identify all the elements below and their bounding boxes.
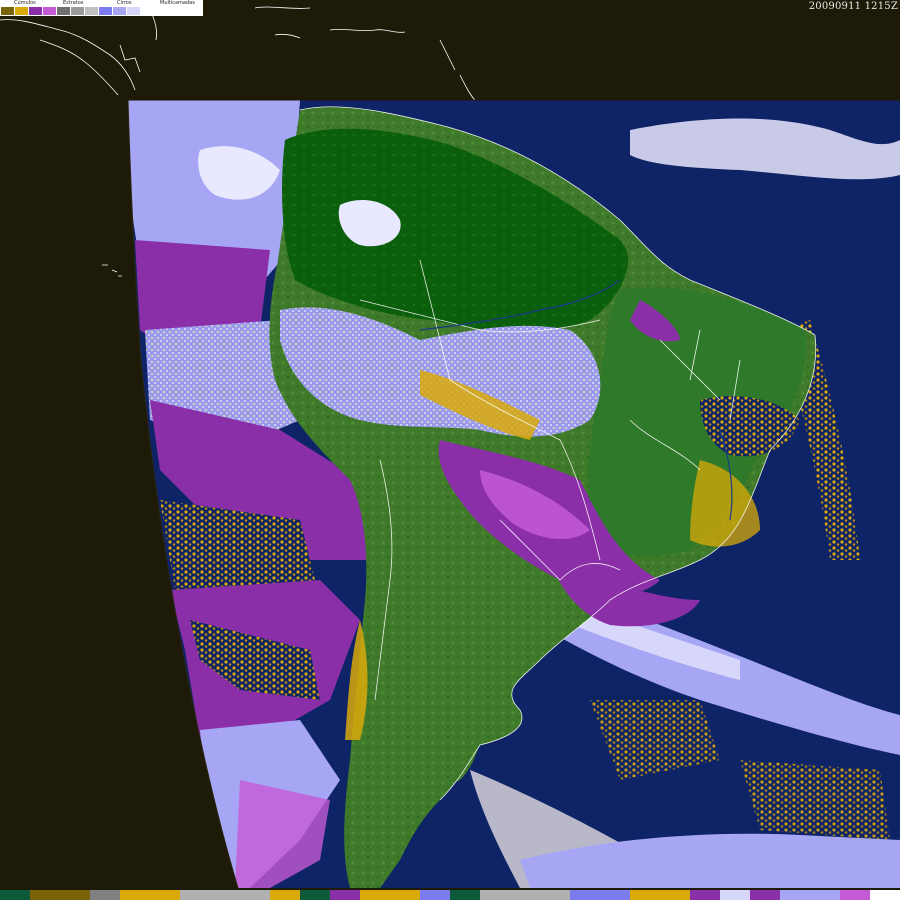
bottom-bar-cell-24 bbox=[720, 890, 750, 900]
bottom-bar-cell-1 bbox=[30, 890, 60, 900]
bottom-bar-cell-15 bbox=[450, 890, 480, 900]
cloud-type-legend: Cúmulos Estratos Cirros Multicamadas bbox=[0, 0, 203, 16]
legend-label-cirrus: Cirros bbox=[117, 0, 132, 6]
bottom-bar-cell-10 bbox=[300, 890, 330, 900]
bottom-bar-cell-11 bbox=[330, 890, 360, 900]
bottom-bar-cell-28 bbox=[840, 890, 870, 900]
bottom-bar-cell-0 bbox=[0, 890, 30, 900]
legend-label-cumulus: Cúmulos bbox=[14, 0, 36, 6]
bottom-bar-cell-27 bbox=[810, 890, 840, 900]
bottom-color-bar bbox=[0, 890, 900, 900]
bottom-bar-cell-23 bbox=[690, 890, 720, 900]
bottom-bar-cell-7 bbox=[210, 890, 240, 900]
legend-swatch-2-1 bbox=[70, 7, 84, 15]
legend-swatch-2-0 bbox=[56, 7, 70, 15]
bottom-bar-cell-20 bbox=[600, 890, 630, 900]
legend-swatch-0-1 bbox=[14, 7, 28, 15]
legend-swatch-3-0 bbox=[98, 7, 112, 15]
bottom-bar-cell-26 bbox=[780, 890, 810, 900]
satellite-cloud-map bbox=[0, 0, 900, 900]
bottom-bar-cell-14 bbox=[420, 890, 450, 900]
legend-label-multilayer: Multicamadas bbox=[160, 0, 195, 6]
bottom-bar-cell-25 bbox=[750, 890, 780, 900]
legend-swatch-1-0 bbox=[28, 7, 42, 15]
bottom-bar-cell-5 bbox=[150, 890, 180, 900]
bottom-bar-cell-2 bbox=[60, 890, 90, 900]
bottom-bar-cell-12 bbox=[360, 890, 390, 900]
bottom-bar-cell-29 bbox=[870, 890, 900, 900]
legend-label-stratus: Estratos bbox=[63, 0, 84, 6]
bottom-bar-cell-6 bbox=[180, 890, 210, 900]
legend-swatch-0-0 bbox=[0, 7, 14, 15]
bottom-bar-cell-22 bbox=[660, 890, 690, 900]
bottom-bar-cell-3 bbox=[90, 890, 120, 900]
bottom-bar-cell-9 bbox=[270, 890, 300, 900]
legend-swatch-3-2 bbox=[126, 7, 140, 15]
bottom-bar-cell-17 bbox=[510, 890, 540, 900]
bottom-bar-cell-4 bbox=[120, 890, 150, 900]
bottom-bar-cell-13 bbox=[390, 890, 420, 900]
legend-swatch-3-1 bbox=[112, 7, 126, 15]
bottom-bar-cell-16 bbox=[480, 890, 510, 900]
bottom-bar-cell-19 bbox=[570, 890, 600, 900]
bottom-bar-cell-21 bbox=[630, 890, 660, 900]
legend-swatch-1-1 bbox=[42, 7, 56, 15]
bottom-bar-cell-18 bbox=[540, 890, 570, 900]
legend-swatch-3-3 bbox=[140, 7, 154, 15]
legend-swatch-2-2 bbox=[84, 7, 98, 15]
bottom-bar-cell-8 bbox=[240, 890, 270, 900]
image-timestamp: 20090911 1215Z bbox=[808, 1, 898, 12]
